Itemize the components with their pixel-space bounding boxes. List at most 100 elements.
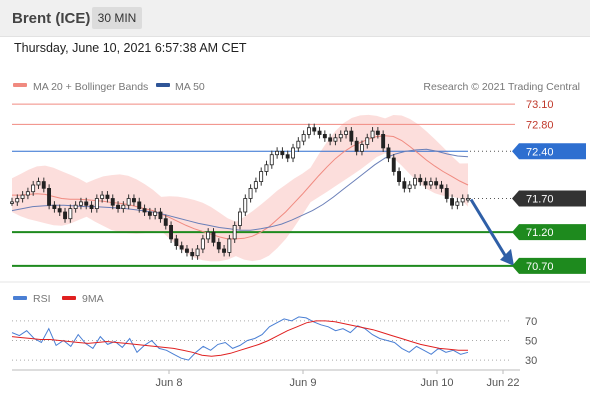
candle-body xyxy=(418,177,423,183)
candle-body xyxy=(259,171,264,183)
candle-body xyxy=(455,201,460,206)
candle-body xyxy=(195,248,200,257)
candle-body xyxy=(465,198,470,201)
level-labels: 73.10 72.80 72.40 71.70 71.20 70.70 xyxy=(512,99,586,274)
candle-body xyxy=(153,211,158,216)
level-label-1: 72.80 xyxy=(526,119,554,131)
rsi-grid xyxy=(12,320,512,361)
ma20-legend-swatch xyxy=(13,83,27,87)
candle-body xyxy=(57,208,62,213)
candle-body xyxy=(63,211,67,220)
rsi-tick-50: 50 xyxy=(525,336,537,348)
candle-body xyxy=(47,187,51,206)
rsi-legend: RSI 9MA xyxy=(13,293,104,305)
candle-body xyxy=(179,245,184,250)
rsi-legend-swatch xyxy=(13,296,27,300)
main-legend: MA 20 + Bollinger Bands MA 50 Research ©… xyxy=(13,81,580,93)
candle-body xyxy=(84,201,89,206)
candle-body xyxy=(190,251,195,257)
candle-body xyxy=(434,181,439,186)
candle-body xyxy=(322,133,327,139)
candle-body xyxy=(9,201,14,204)
x-tick-label-0: Jun 8 xyxy=(156,377,183,389)
candle-body xyxy=(169,224,173,240)
candle-body xyxy=(105,194,110,199)
candle-body xyxy=(312,127,317,132)
rsi-legend-label: RSI xyxy=(33,293,51,305)
candle-body xyxy=(206,231,211,240)
x-tick-label-1: Jun 9 xyxy=(290,377,317,389)
candle-body xyxy=(52,204,57,209)
x-tick-label-3: Jun 22 xyxy=(486,377,519,389)
x-tick-label-2: Jun 10 xyxy=(420,377,453,389)
rsi-line xyxy=(11,316,469,361)
level-label-2: 72.40 xyxy=(526,146,554,158)
rsi-lines xyxy=(11,316,469,361)
candle-body xyxy=(375,130,380,135)
watermark: Research © 2021 Trading Central xyxy=(423,81,580,93)
candle-body xyxy=(306,127,311,135)
candle-body xyxy=(110,198,115,206)
candle-body xyxy=(211,231,216,243)
candle-body xyxy=(370,130,375,139)
9ma-legend-label: 9MA xyxy=(82,293,104,305)
candle-body xyxy=(381,133,386,149)
candle-body xyxy=(15,198,20,203)
bollinger-band-area xyxy=(12,114,468,262)
candle-body xyxy=(100,194,105,199)
candle-body xyxy=(142,208,147,213)
candle-body xyxy=(407,184,412,189)
candle-body xyxy=(216,241,221,250)
candle-body xyxy=(163,218,168,226)
level-label-3: 71.70 xyxy=(526,193,554,205)
candle-body xyxy=(248,187,253,199)
candle-body xyxy=(89,204,94,209)
time-axis: Jun 8 Jun 9 Jun 10 Jun 22 xyxy=(12,369,520,389)
candle-body xyxy=(386,147,391,159)
candle-body xyxy=(365,137,370,145)
ma50-legend-label: MA 50 xyxy=(175,81,205,93)
candle-body xyxy=(354,140,359,152)
candle-body xyxy=(137,201,142,209)
candle-body xyxy=(174,238,179,246)
candle-body xyxy=(450,198,454,206)
candle-body xyxy=(412,177,417,186)
candle-body xyxy=(333,137,338,142)
candle-body xyxy=(397,171,401,183)
candle-body xyxy=(237,211,242,226)
candle-body xyxy=(31,184,36,193)
9ma-line xyxy=(11,320,468,357)
rsi-tick-30: 30 xyxy=(525,355,537,367)
candle-body xyxy=(79,201,83,206)
candle-body xyxy=(227,238,232,253)
ma20-legend-label: MA 20 + Bollinger Bands xyxy=(33,81,148,93)
rsi-tick-70: 70 xyxy=(525,316,537,328)
candle-body xyxy=(116,204,120,209)
candle-body xyxy=(184,248,189,253)
bollinger-bands xyxy=(12,114,468,262)
candle-body xyxy=(328,137,333,142)
candle-body xyxy=(121,204,126,209)
candle-body xyxy=(20,194,25,199)
arrow-shaft xyxy=(469,198,508,258)
candle-body xyxy=(291,147,295,159)
candle-body xyxy=(25,191,30,196)
level-label-5: 70.70 xyxy=(526,261,554,273)
rsi-axis: 70 50 30 xyxy=(525,316,537,367)
candle-body xyxy=(264,164,269,172)
candle-body xyxy=(126,198,131,206)
candle-body xyxy=(296,140,301,149)
candle-body xyxy=(285,154,290,159)
candle-body xyxy=(444,187,449,199)
candle-body xyxy=(460,198,465,203)
candle-body xyxy=(147,211,152,216)
candle-body xyxy=(275,150,279,156)
candle-body xyxy=(402,181,407,189)
candle-body xyxy=(36,181,41,186)
9ma-legend-swatch xyxy=(62,296,76,300)
candle-body xyxy=(428,181,433,186)
candle-body xyxy=(68,208,73,220)
level-label-4: 71.20 xyxy=(526,227,554,239)
candle-body xyxy=(222,248,226,253)
candle-body xyxy=(359,144,364,152)
